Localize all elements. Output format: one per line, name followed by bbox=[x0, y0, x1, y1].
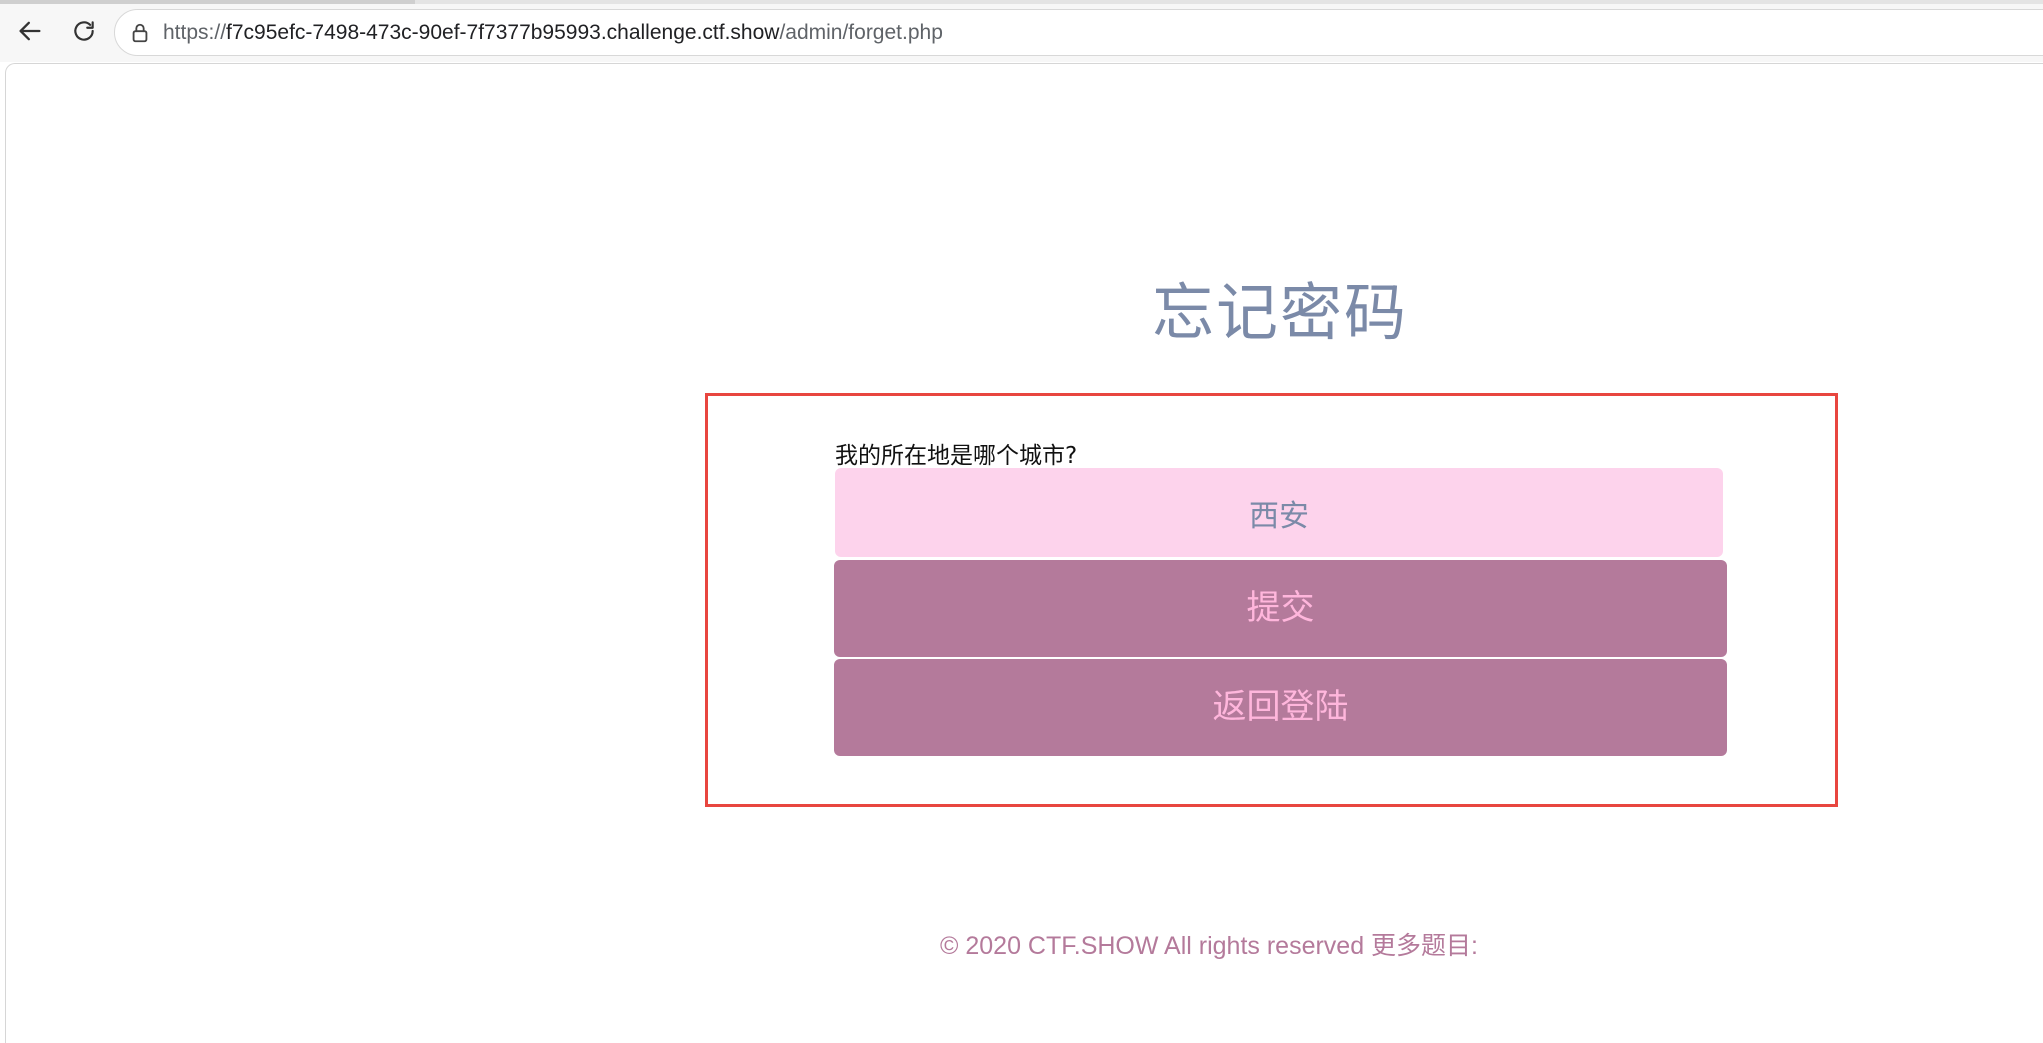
active-tab[interactable] bbox=[0, 0, 415, 4]
back-to-login-button[interactable]: 返回登陆 bbox=[834, 659, 1727, 756]
answer-input[interactable] bbox=[835, 468, 1723, 557]
url-host: f7c95efc-7498-473c-90ef-7f7377b95993.cha… bbox=[226, 21, 780, 44]
site-info-icon[interactable] bbox=[129, 22, 151, 44]
page-title: 忘记密码 bbox=[1151, 276, 1408, 349]
url-path: /admin/forget.php bbox=[779, 21, 943, 44]
reload-icon bbox=[74, 21, 94, 41]
arrow-left-icon bbox=[19, 21, 41, 41]
browser-toolbar: https://f7c95efc-7498-473c-90ef-7f7377b9… bbox=[0, 0, 2043, 62]
security-question-label: 我的所在地是哪个城市? bbox=[835, 443, 1078, 469]
url-prefix: https:// bbox=[163, 21, 227, 44]
tab-strip bbox=[0, 0, 2043, 4]
reload-button[interactable] bbox=[66, 13, 102, 49]
submit-button[interactable]: 提交 bbox=[834, 560, 1727, 657]
footer-copyright: © 2020 CTF.SHOW All rights reserved 更多题目… bbox=[940, 932, 1479, 960]
url-text[interactable]: https://f7c95efc-7498-473c-90ef-7f7377b9… bbox=[163, 21, 943, 45]
address-bar[interactable]: https://f7c95efc-7498-473c-90ef-7f7377b9… bbox=[114, 9, 2043, 56]
back-button[interactable] bbox=[12, 13, 48, 49]
